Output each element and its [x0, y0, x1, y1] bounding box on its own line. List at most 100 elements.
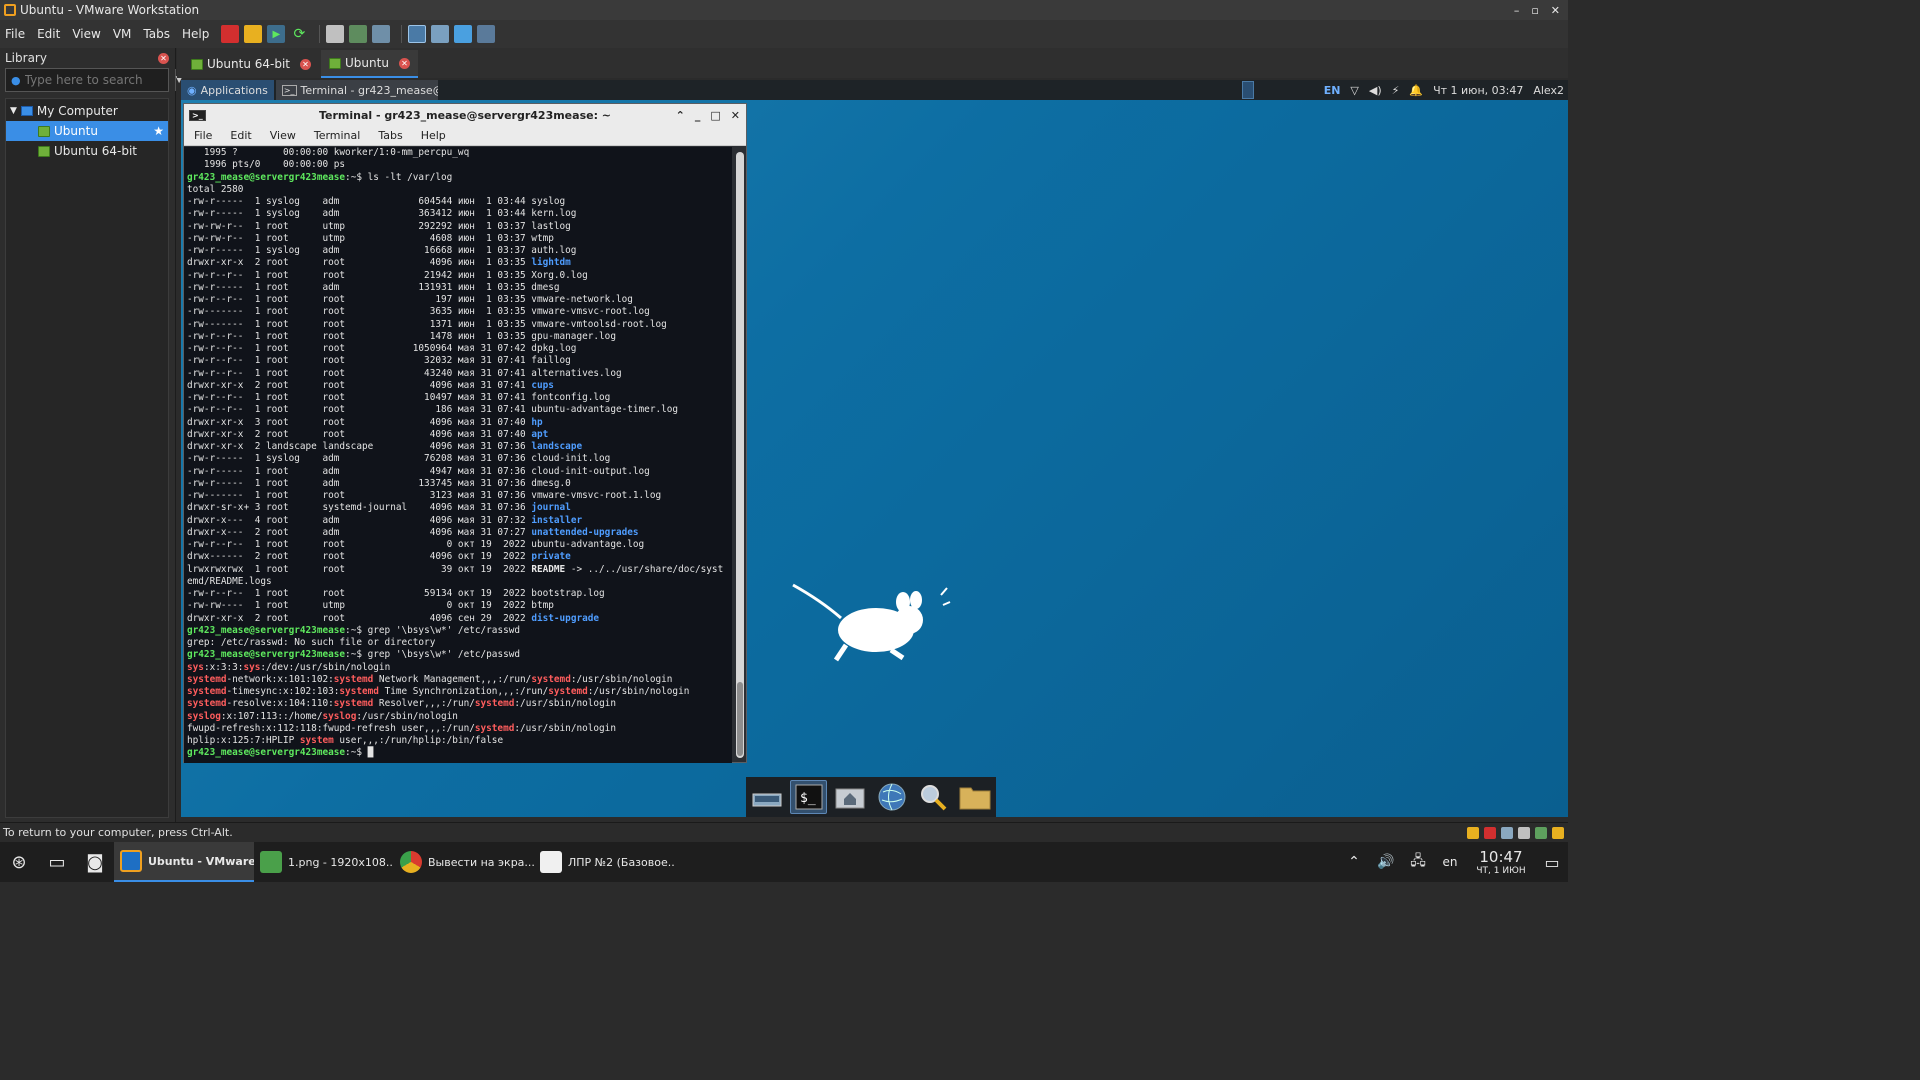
power-off-icon[interactable]	[221, 25, 240, 43]
close-icon[interactable]: ✕	[398, 57, 410, 69]
search-app-icon[interactable]	[915, 780, 951, 814]
web-browser-icon[interactable]	[874, 780, 910, 814]
menu-file[interactable]: File	[5, 27, 25, 41]
terminal-line: hplip:x:125:7:HPLIP system user,,,:/run/…	[187, 735, 732, 747]
close-icon[interactable]: ✕	[300, 58, 311, 70]
close-button[interactable]: ✕	[731, 109, 740, 122]
terminal-window[interactable]: >_ Terminal - gr423_mease@servergr423mea…	[183, 103, 747, 763]
terminal-line: drwx------ 2 root root 4096 окт 19 2022 …	[187, 551, 732, 563]
snapshot-manager-icon[interactable]	[372, 25, 391, 43]
notification-icon[interactable]: 🔔	[1409, 84, 1423, 97]
thumbnail-bar-icon[interactable]	[431, 25, 450, 43]
maximize-button[interactable]: ▫	[1531, 4, 1538, 17]
menu-help[interactable]: Help	[182, 27, 209, 41]
taskbar-item-document[interactable]: ЛПР №2 (Базовое...	[534, 842, 674, 882]
terminal-line: -rw-r--r-- 1 root root 10497 мая 31 07:4…	[187, 392, 732, 404]
tree-item-ubuntu[interactable]: Ubuntu ★	[6, 121, 168, 141]
guest-display[interactable]: ◉ Applications >_ Terminal - gr423_mease…	[181, 80, 1568, 817]
term-menu-help[interactable]: Help	[421, 129, 446, 142]
network-icon[interactable]: ▽	[1350, 84, 1358, 97]
printer-icon[interactable]	[1518, 826, 1530, 839]
panel-user[interactable]: Alex2	[1533, 84, 1564, 97]
start-menu-icon[interactable]: ⊛	[0, 842, 38, 882]
taskbar-item-vmware[interactable]: Ubuntu - VMware ...	[114, 842, 254, 882]
close-button[interactable]: ✕	[1551, 4, 1560, 17]
show-library-icon[interactable]	[408, 25, 427, 43]
power-icon[interactable]: ⚡	[1392, 84, 1400, 97]
close-icon[interactable]: ✕	[158, 52, 169, 64]
terminal-scrollbar[interactable]	[736, 152, 744, 758]
terminal-titlebar[interactable]: >_ Terminal - gr423_mease@servergr423mea…	[184, 104, 746, 126]
terminal-text: -rw-r----- 1 syslog adm 363412 июн 1 03:…	[187, 208, 577, 220]
vmware-logo-icon	[4, 4, 16, 16]
terminal-text: -rw-r--r-- 1 root root 0 окт 19 2022 ubu…	[187, 539, 645, 550]
taskbar-label: ЛПР №2 (Базовое...	[568, 855, 674, 869]
maximize-button[interactable]: □	[710, 109, 720, 122]
tab-ubuntu-64[interactable]: Ubuntu 64-bit ✕	[183, 50, 319, 78]
folder-icon[interactable]	[957, 780, 993, 814]
home-folder-icon[interactable]	[832, 780, 868, 814]
terminal-text: Network Management,,,:/run/	[373, 673, 532, 685]
reset-icon[interactable]: ⟳	[290, 25, 308, 43]
chevron-up-icon[interactable]: ⌃	[1338, 842, 1370, 882]
terminal-text: gr423_mease@servergr423mease	[187, 624, 346, 636]
clock[interactable]: 10:47 ЧТ, 1 ИЮН	[1466, 848, 1536, 876]
minimize-button[interactable]: –	[1514, 4, 1520, 17]
menu-tabs[interactable]: Tabs	[143, 27, 170, 41]
term-menu-terminal[interactable]: Terminal	[314, 129, 361, 142]
scrollbar-thumb[interactable]	[737, 682, 743, 756]
revert-snapshot-icon[interactable]	[349, 25, 368, 43]
terminal-line: 1996 pts/0 00:00:00 ps	[187, 159, 732, 171]
terminal-output[interactable]: 1995 ? 00:00:00 kworker/1:0-mm_percpu_wq…	[184, 147, 732, 763]
screenshot-tool-icon[interactable]: ◙	[76, 842, 114, 882]
message-icon[interactable]	[1552, 826, 1564, 839]
hard-disk-icon[interactable]	[1467, 826, 1479, 839]
suspend-icon[interactable]	[244, 25, 263, 43]
task-view-icon[interactable]: ▭	[38, 842, 76, 882]
terminal-launcher-icon[interactable]: $_	[790, 780, 828, 814]
tab-ubuntu[interactable]: Ubuntu ✕	[321, 50, 418, 78]
menu-view[interactable]: View	[72, 27, 100, 41]
notifications-icon[interactable]: ▭	[1536, 842, 1568, 882]
tree-item-ubuntu-64[interactable]: Ubuntu 64-bit	[6, 141, 168, 161]
workspace-switcher[interactable]	[1241, 81, 1254, 99]
taskbar-terminal[interactable]: >_ Terminal - gr423_mease@se...	[275, 80, 438, 100]
power-on-icon[interactable]: ▶	[267, 25, 286, 43]
minimize-button[interactable]: _	[695, 109, 701, 122]
applications-menu[interactable]: ◉ Applications	[181, 80, 274, 100]
cdrom-icon[interactable]	[1484, 826, 1496, 839]
terminal-text: -rw-r--r-- 1 root root 10497 мая 31 07:4…	[187, 392, 611, 403]
network-icon[interactable]: 🖧	[1402, 842, 1434, 882]
keyboard-layout[interactable]: EN	[1324, 84, 1341, 97]
snapshot-icon[interactable]	[326, 25, 345, 43]
menu-vm[interactable]: VM	[113, 27, 132, 41]
tree-item-my-computer[interactable]: ▼ My Computer	[6, 101, 168, 121]
terminal-line: -rw-rw-r-- 1 root utmp 4608 июн 1 03:37 …	[187, 233, 732, 245]
star-icon[interactable]: ★	[153, 124, 164, 138]
terminal-line: systemd-network:x:101:102:systemd Networ…	[187, 674, 732, 686]
vm-icon	[329, 57, 341, 69]
sound-card-icon[interactable]	[1535, 826, 1547, 839]
term-menu-file[interactable]: File	[194, 129, 212, 142]
volume-icon[interactable]: ◀)	[1369, 84, 1382, 97]
term-menu-view[interactable]: View	[270, 129, 296, 142]
volume-icon[interactable]: 🔊	[1370, 842, 1402, 882]
taskbar-item-chrome[interactable]: Вывести на экра...	[394, 842, 534, 882]
search-input[interactable]	[20, 73, 175, 87]
panel-clock[interactable]: Чт 1 июн, 03:47	[1433, 84, 1523, 97]
show-desktop-icon[interactable]	[749, 780, 785, 814]
terminal-text: fwupd-refresh:x:112:118:fwupd-refresh us…	[187, 722, 475, 734]
taskbar-item-image-viewer[interactable]: 1.png - 1920x108...	[254, 842, 394, 882]
terminal-text: dist-upgrade	[531, 612, 600, 624]
terminal-text: -timesync:x:102:103:	[226, 686, 340, 697]
shade-button[interactable]: ⌃	[676, 109, 685, 122]
unity-icon[interactable]	[477, 25, 496, 43]
terminal-text: lrwxrwxrwx 1 root root 39 окт 19 2022	[187, 563, 532, 575]
chevron-down-icon[interactable]: ▼	[10, 106, 17, 116]
term-menu-edit[interactable]: Edit	[230, 129, 251, 142]
menu-edit[interactable]: Edit	[37, 27, 60, 41]
network-adapter-icon[interactable]	[1501, 826, 1513, 839]
keyboard-language[interactable]: en	[1434, 842, 1466, 882]
term-menu-tabs[interactable]: Tabs	[378, 129, 402, 142]
full-screen-icon[interactable]	[454, 25, 473, 43]
